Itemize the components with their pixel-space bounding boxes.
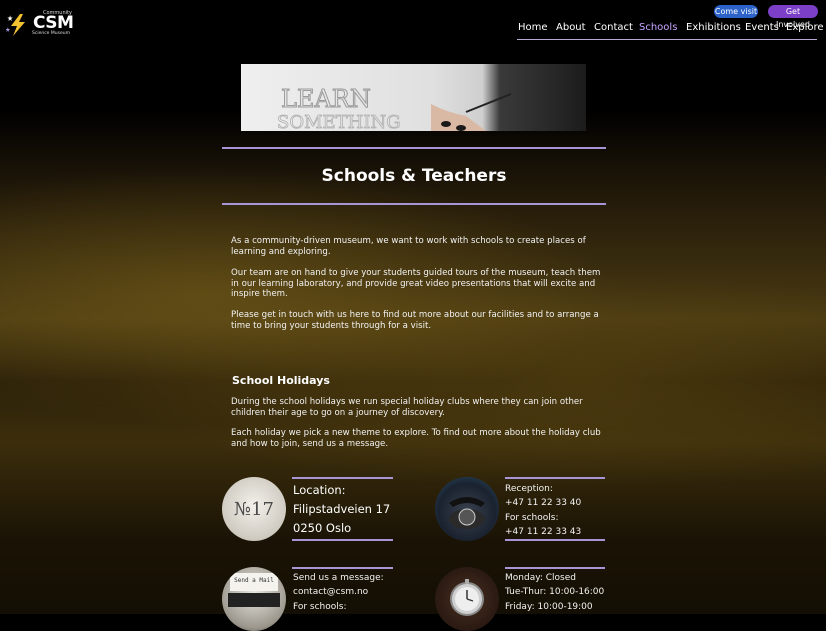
schools-phone-label: For schools: xyxy=(505,513,559,523)
holidays-heading: School Holidays xyxy=(232,374,330,387)
nav-exhibitions[interactable]: Exhibitions xyxy=(686,22,741,33)
logo-sub-text: Science Museum xyxy=(32,31,70,36)
hero-image-text-2: SOMETHING xyxy=(277,112,401,131)
nav-explore[interactable]: Explore xyxy=(786,22,824,33)
holidays-paragraph-2: Each holiday we pick a new theme to expl… xyxy=(231,428,601,449)
telephone-icon xyxy=(449,497,485,529)
nav-schools[interactable]: Schools xyxy=(639,22,677,33)
hero-image: LEARN SOMETHING xyxy=(241,64,586,131)
nav-about[interactable]: About xyxy=(556,22,586,33)
reception-number[interactable]: +47 11 22 33 40 xyxy=(505,496,581,510)
schools-email-label: For schools: xyxy=(293,602,347,612)
pocket-watch-icon xyxy=(450,579,484,616)
intro-paragraph-2: Our team are on hand to give your studen… xyxy=(231,268,601,299)
clock-image xyxy=(435,567,499,631)
phone-bottom-rule xyxy=(505,539,605,541)
nav-underline xyxy=(517,39,817,40)
location-image-text: №17 xyxy=(234,499,274,520)
telephone-image xyxy=(435,477,499,541)
title-bottom-rule xyxy=(222,203,606,205)
hours-friday: Friday: 10:00-19:00 xyxy=(505,602,593,612)
location-city: 0250 Oslo xyxy=(293,521,352,535)
message-label: Send us a message: xyxy=(293,573,384,583)
location-bottom-rule xyxy=(292,539,393,541)
title-top-rule xyxy=(222,147,606,149)
mail-image: Send a Mail xyxy=(222,567,286,631)
get-involved-button[interactable]: Get Involved xyxy=(768,5,818,29)
location-image: №17 xyxy=(222,477,286,541)
intro-paragraph-1: As a community-driven museum, we want to… xyxy=(231,236,586,257)
nav-home[interactable]: Home xyxy=(518,22,548,33)
mail-image-text: Send a Mail xyxy=(234,577,274,584)
hero-image-text-1: LEARN xyxy=(281,85,371,113)
reception-label: Reception: xyxy=(505,484,553,494)
contact-email[interactable]: contact@csm.no xyxy=(293,585,368,599)
location-label: Location: xyxy=(293,483,346,497)
logo-csm-text: CSM xyxy=(33,13,74,33)
come-visit-button[interactable]: Come visit xyxy=(714,5,758,18)
phone-top-rule xyxy=(505,477,605,479)
location-top-rule xyxy=(292,477,393,479)
hours-monday: Monday: Closed xyxy=(505,573,576,583)
holidays-paragraph-1: During the school holidays we run specia… xyxy=(231,397,583,418)
location-street: Filipstadveien 17 xyxy=(293,502,391,516)
intro-paragraph-3: Please get in touch with us here to find… xyxy=(231,310,599,331)
page-title: Schools & Teachers xyxy=(321,166,507,186)
hours-top-rule xyxy=(505,567,605,569)
schools-phone-number[interactable]: +47 11 22 33 43 xyxy=(505,525,581,539)
lightning-star-icon xyxy=(6,14,25,36)
message-top-rule xyxy=(292,567,393,569)
nav-events[interactable]: Events xyxy=(745,22,779,33)
nav-contact[interactable]: Contact xyxy=(594,22,633,33)
hours-tue-thur: Tue-Thur: 10:00-16:00 xyxy=(505,587,605,597)
